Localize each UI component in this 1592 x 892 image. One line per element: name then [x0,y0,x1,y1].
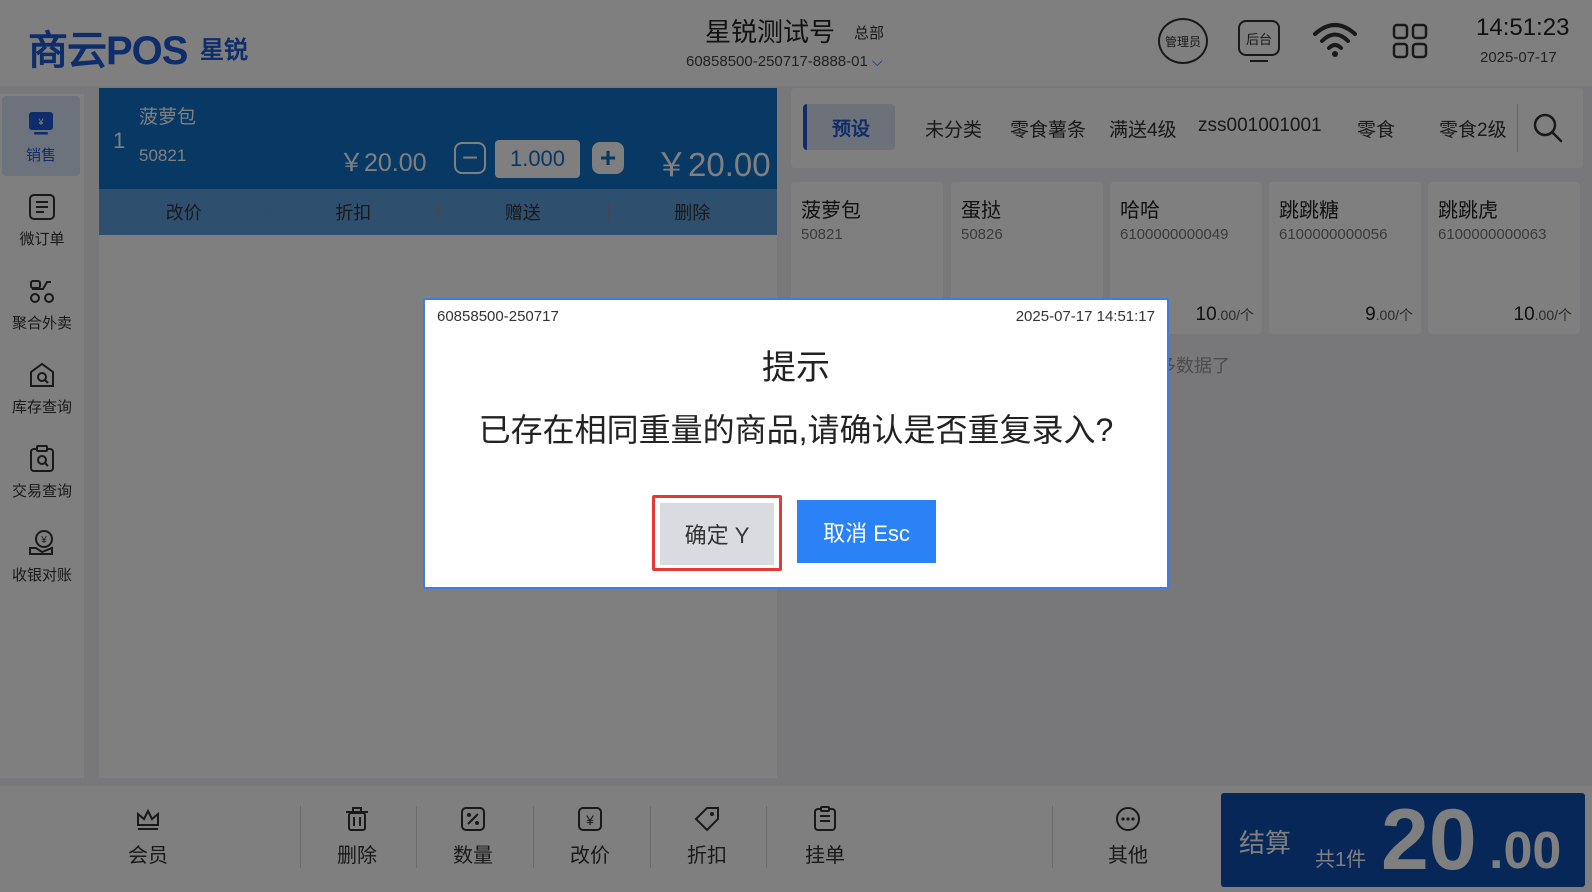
cancel-button[interactable]: 取消 Esc [797,500,936,563]
dialog-title: 提示 [762,349,830,387]
confirm-dialog: 60858500-250717 2025-07-17 14:51:17 提示 已… [423,298,1169,589]
confirm-button[interactable]: 确定 Y [660,503,774,565]
confirm-button-highlight: 确定 Y [652,495,782,571]
dialog-message: 已存在相同重量的商品,请确认是否重复录入? [478,412,1114,448]
dialog-timestamp: 2025-07-17 14:51:17 [1015,308,1155,325]
dialog-device-id: 60858500-250717 [437,308,559,325]
